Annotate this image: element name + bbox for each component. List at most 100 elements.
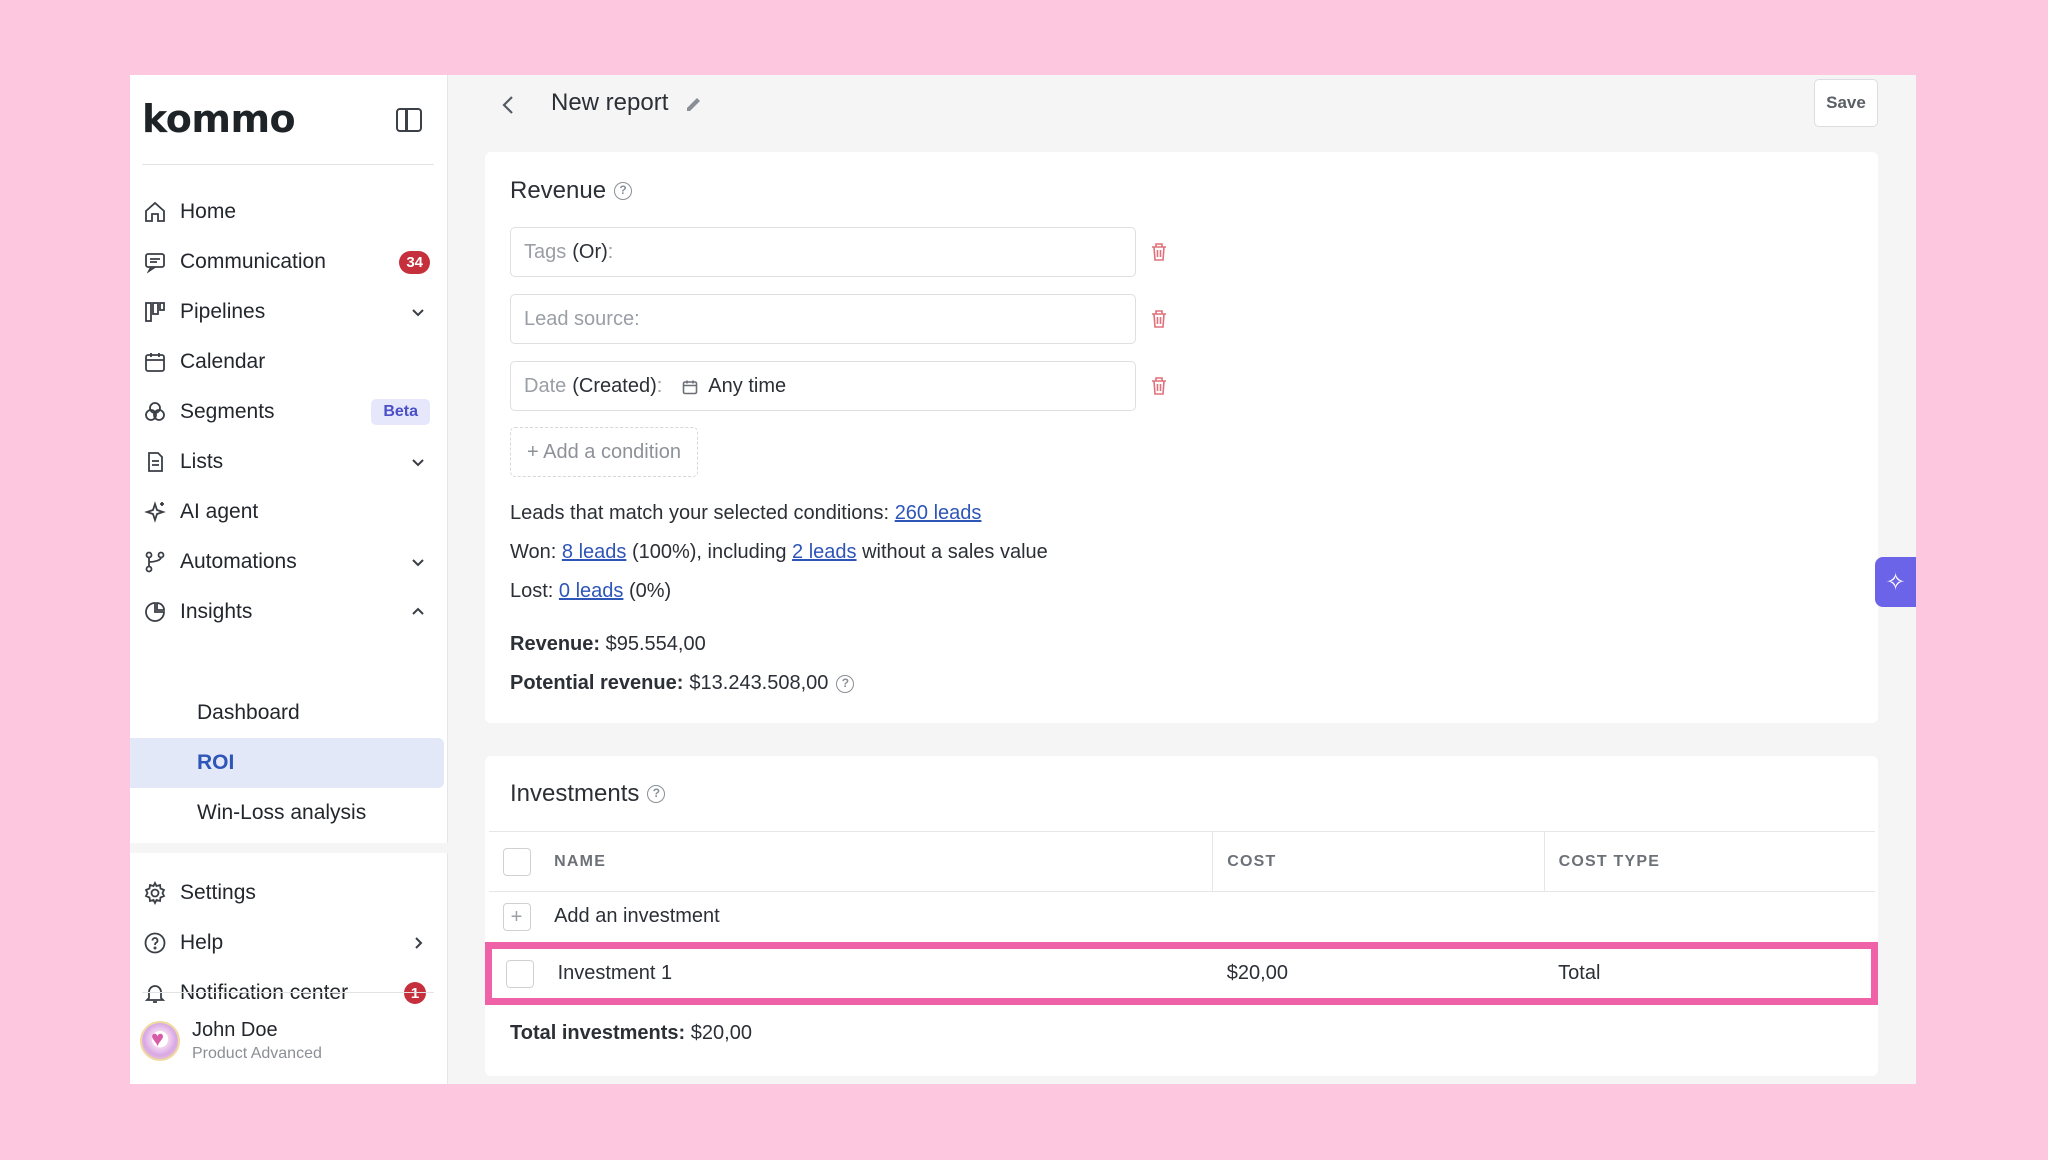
investment-cost-type[interactable]: Total	[1544, 942, 1879, 1005]
investments-card: Investments ? NAME COST COST TYPE + Add …	[484, 756, 1879, 1076]
lead-source-filter-field[interactable]: Lead source:	[510, 294, 1136, 344]
sidebar-item-label: Automations	[180, 550, 297, 573]
match-label: Leads that match your selected condition…	[510, 502, 890, 524]
name-column-header[interactable]: NAME	[488, 831, 1213, 892]
add-condition-button[interactable]: + Add a condition	[510, 427, 698, 477]
revenue-total: Revenue: $95.554,00	[510, 633, 706, 656]
user-plan: Product Advanced	[192, 1045, 322, 1062]
chevron-down-icon[interactable]	[408, 552, 428, 572]
sidebar-item-label: Communication	[180, 250, 326, 273]
trash-icon[interactable]	[1150, 242, 1168, 262]
filter-label: Date	[524, 374, 567, 397]
sparkle-icon	[142, 499, 168, 525]
sidebar-item-segments[interactable]: Segments Beta	[142, 389, 442, 435]
table-row[interactable]: Investment 1 $20,00 Total	[484, 942, 1879, 1005]
ai-assistant-sparkle-icon[interactable]: ✧	[1875, 557, 1916, 607]
potential-revenue-label: Potential revenue:	[510, 672, 684, 694]
cost-column-header[interactable]: COST	[1212, 831, 1545, 892]
revenue-card: Revenue ? Tags (Or) : Lead source: Date …	[485, 152, 1878, 723]
select-all-checkbox[interactable]	[502, 847, 531, 876]
chat-icon	[142, 249, 168, 275]
row-checkbox[interactable]	[506, 959, 534, 988]
revenue-value: $95.554,00	[605, 633, 706, 655]
sidebar-item-lists[interactable]: Lists	[142, 439, 442, 485]
avatar	[140, 1021, 180, 1061]
sidebar-item-home[interactable]: Home	[142, 189, 442, 235]
sidebar-item-label: Home	[180, 200, 237, 223]
column-label: NAME	[554, 852, 607, 870]
plus-icon[interactable]: +	[502, 903, 531, 931]
chevron-down-icon[interactable]	[408, 302, 428, 322]
logo-row: kommo	[130, 75, 448, 165]
tags-filter-field[interactable]: Tags (Or) :	[510, 227, 1136, 277]
sidebar-subitem-roi[interactable]: ROI	[130, 738, 444, 788]
lost-leads-link[interactable]: 0 leads	[559, 580, 624, 602]
sidebar-item-automations[interactable]: Automations	[142, 539, 442, 585]
user-name: John Doe	[192, 1019, 278, 1041]
matching-leads-link[interactable]: 260 leads	[895, 502, 982, 524]
matching-leads-text: Leads that match your selected condition…	[510, 502, 981, 525]
add-investment-label[interactable]: Add an investment	[554, 905, 720, 927]
sidebar-item-help[interactable]: Help	[142, 920, 442, 966]
filter-label: Tags	[524, 240, 567, 263]
chevron-right-icon[interactable]	[408, 933, 428, 953]
help-circle-icon[interactable]: ?	[836, 674, 855, 693]
help-circle-icon[interactable]: ?	[614, 182, 633, 200]
trash-icon[interactable]	[1150, 376, 1168, 396]
investment-cost[interactable]: $20,00	[1212, 942, 1545, 1005]
won-suffix-text: without a sales value	[862, 541, 1048, 563]
date-range-value[interactable]: Any time	[708, 375, 786, 398]
save-button[interactable]: Save	[1814, 79, 1878, 127]
chevron-up-icon[interactable]	[408, 602, 428, 622]
bell-icon	[142, 980, 168, 1006]
app-window: kommo Home Communication 34 Pipelines Ca…	[130, 75, 1916, 1084]
filter-label: Lead source:	[524, 307, 640, 330]
beta-badge: Beta	[371, 399, 430, 425]
user-info: John Doe Product Advanced	[192, 1019, 322, 1063]
sidebar-item-communication[interactable]: Communication 34	[142, 239, 442, 285]
chevron-down-icon[interactable]	[408, 452, 428, 472]
sidebar-item-pipelines[interactable]: Pipelines	[142, 289, 442, 335]
user-profile[interactable]: John Doe Product Advanced	[140, 1013, 440, 1069]
sidebar-item-settings[interactable]: Settings	[142, 870, 442, 916]
segments-icon	[142, 399, 168, 425]
pipelines-icon	[142, 299, 168, 325]
help-circle-icon[interactable]: ?	[647, 785, 666, 803]
revenue-title: Revenue ?	[510, 177, 633, 205]
won-leads-link[interactable]: 8 leads	[562, 541, 627, 563]
edit-pencil-icon[interactable]	[684, 94, 704, 114]
lost-label: Lost:	[510, 580, 554, 602]
table-header-row: NAME COST COST TYPE	[488, 831, 1875, 892]
date-filter-field[interactable]: Date (Created) : Any time	[510, 361, 1136, 411]
no-value-leads-link[interactable]: 2 leads	[792, 541, 857, 563]
cost-type-column-header[interactable]: COST TYPE	[1543, 831, 1875, 892]
investment-name[interactable]: Investment 1	[558, 962, 673, 984]
total-investments: Total investments: $20,00	[510, 1022, 752, 1045]
sidebar-item-ai-agent[interactable]: AI agent	[142, 489, 442, 535]
filter-value: (Or)	[572, 240, 608, 263]
filter-value: (Created)	[572, 374, 657, 397]
sidebar-collapse-icon[interactable]	[396, 108, 422, 132]
sidebar-item-insights[interactable]: Insights	[142, 589, 442, 635]
divider	[142, 164, 434, 165]
trash-icon[interactable]	[1150, 309, 1168, 329]
sidebar-item-label: Notification center	[180, 981, 349, 1004]
filter-suffix: :	[607, 240, 614, 263]
back-arrow-icon[interactable]	[498, 93, 518, 117]
sidebar-item-label: Pipelines	[180, 300, 266, 323]
revenue-label: Revenue:	[510, 633, 601, 655]
sidebar-item-calendar[interactable]: Calendar	[142, 339, 442, 385]
sidebar-item-label: Lists	[180, 450, 224, 473]
sidebar-subitem-win-loss[interactable]: Win-Loss analysis	[130, 788, 444, 838]
revenue-title-text: Revenue	[510, 177, 607, 204]
sidebar-subitem-dashboard[interactable]: Dashboard	[130, 688, 444, 738]
potential-revenue: Potential revenue: $13.243.508,00 ?	[510, 672, 855, 695]
lists-icon	[142, 449, 168, 475]
sidebar: kommo Home Communication 34 Pipelines Ca…	[130, 75, 448, 1084]
divider	[142, 992, 434, 993]
main-content: New report Save Revenue ? Tags (Or) : Le…	[448, 75, 1916, 1084]
sidebar-item-notification-center[interactable]: Notification center 1	[142, 970, 442, 1016]
home-icon	[142, 199, 168, 225]
investments-title-text: Investments	[510, 780, 640, 807]
add-investment-row[interactable]: + Add an investment	[489, 892, 1875, 946]
